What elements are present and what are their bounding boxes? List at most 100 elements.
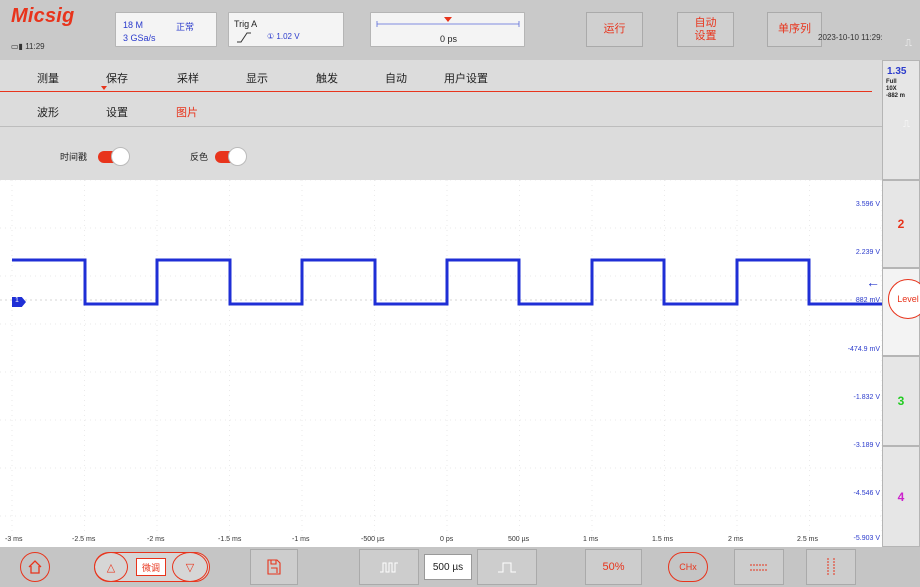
home-icon: [28, 560, 42, 574]
device-status: ▭▮ 11:29: [11, 42, 45, 51]
trigger-position-indicator: [376, 17, 520, 27]
increase-button[interactable]: △: [94, 552, 128, 582]
channel-3-button[interactable]: 3: [882, 356, 920, 446]
save-icon: [267, 559, 281, 575]
timebase-value-text: 500 µs: [432, 561, 464, 573]
time-label: -500 µs: [361, 536, 385, 543]
timebase-narrow-button[interactable]: [359, 549, 419, 585]
date-time: 2023-10-10 11:29:22: [818, 33, 892, 42]
volt-label: -4.546 V: [853, 490, 880, 497]
channel-2-button[interactable]: 2: [882, 180, 920, 268]
time-label: -3 ms: [5, 536, 23, 543]
pulse-icon: ⎍: [905, 38, 912, 49]
auto-set-button[interactable]: 自动 设置: [677, 12, 734, 47]
subtab-waveform[interactable]: 波形: [37, 104, 59, 120]
decrease-button[interactable]: ▽: [172, 552, 208, 582]
channel-4-button[interactable]: 4: [882, 446, 920, 547]
tab-display[interactable]: 显示: [246, 70, 268, 86]
auto-set-label-1: 自动: [694, 16, 717, 29]
single-sequence-button[interactable]: 单序列: [767, 12, 822, 47]
run-button[interactable]: 运行: [586, 12, 643, 47]
single-sequence-label: 单序列: [778, 23, 811, 35]
channel-1-trace: [12, 258, 882, 306]
pulse-icon: ⎍: [903, 119, 910, 130]
channel-1-info: Full 10X -882 m: [886, 79, 905, 100]
rising-edge-icon: [237, 32, 251, 43]
horizontal-cursor-button[interactable]: [734, 549, 784, 585]
timebase-value: 500 µs: [424, 554, 472, 580]
volt-label: 882 mV: [855, 297, 880, 304]
channel-1-probe: 10X: [886, 86, 897, 92]
graticule-grid: [0, 180, 882, 536]
level-knob[interactable]: Level: [888, 279, 920, 319]
volt-label: -1.832 V: [853, 394, 880, 401]
auto-set-label-2: 设置: [694, 29, 717, 42]
timebase-position-panel[interactable]: 0 ps: [370, 12, 525, 47]
device-icon: ▭▮: [11, 42, 26, 51]
wide-pulse-icon: [498, 562, 516, 573]
toggle-knob: [228, 147, 247, 166]
acquisition-panel[interactable]: 18 M 正常 3 GSa/s: [115, 12, 217, 47]
vertical-cursor-button[interactable]: [806, 549, 856, 585]
save-button[interactable]: [250, 549, 298, 585]
channel-3-label: 3: [897, 394, 905, 408]
channel-select-button[interactable]: CHx: [668, 552, 708, 582]
right-top-corner: [882, 0, 920, 60]
channel-select-label: CHx: [679, 562, 697, 572]
time-label: -1.5 ms: [218, 536, 242, 543]
device-time: 11:29: [25, 42, 45, 51]
subtab-image[interactable]: 图片: [176, 104, 198, 120]
trigger-50-percent-label: 50%: [602, 561, 625, 573]
waveform-display[interactable]: 1 ←: [0, 180, 882, 547]
fine-adjust-button[interactable]: 微调: [136, 558, 166, 576]
level-label: Level: [897, 294, 919, 304]
memory-depth: 18 M: [123, 20, 144, 30]
tab-auto[interactable]: 自动: [385, 70, 407, 86]
trigger-panel[interactable]: Trig A ① 1.02 V: [228, 12, 344, 47]
timebase-position: 0 ps: [439, 34, 457, 44]
tab-acquire[interactable]: 采样: [177, 70, 199, 86]
volt-label: 3.596 V: [855, 201, 880, 208]
channel-4-label: 4: [897, 489, 905, 504]
subtab-setup[interactable]: 设置: [106, 104, 128, 120]
waveform-canvas[interactable]: [0, 180, 882, 547]
timestamp-label: 时间戳: [60, 152, 88, 162]
trigger-label: Trig A: [234, 19, 258, 29]
home-button[interactable]: [20, 552, 50, 582]
submenu-divider: [0, 126, 882, 127]
menu-divider: [0, 91, 872, 92]
tab-user-settings[interactable]: 用户设置: [444, 70, 488, 86]
volt-label: -5.903 V: [853, 535, 880, 542]
invert-color-toggle[interactable]: [215, 147, 247, 166]
tab-save[interactable]: 保存: [106, 70, 128, 86]
vertical-cursors-icon: [827, 558, 835, 576]
tab-measure[interactable]: 测量: [37, 70, 59, 86]
channel-1-settings[interactable]: 1.35 Full 10X -882 m ⎍: [882, 60, 920, 180]
channel-1-offset: -882 m: [886, 93, 906, 99]
time-label: 1.5 ms: [652, 536, 674, 543]
timebase-wide-button[interactable]: [477, 549, 537, 585]
narrow-pulse-icon: [380, 562, 398, 573]
channel-1-value: 1.35: [887, 66, 907, 77]
volt-label: -3.189 V: [853, 442, 880, 449]
time-label: -1 ms: [292, 536, 310, 543]
trigger-level-arrow-icon[interactable]: ←: [866, 275, 880, 289]
toggle-knob: [111, 147, 130, 166]
timestamp-toggle[interactable]: [98, 147, 130, 166]
active-tab-indicator: [101, 86, 107, 90]
acq-state: 正常: [176, 22, 195, 32]
channel-2-label: 2: [897, 217, 905, 231]
trigger-50-percent-button[interactable]: 50%: [585, 549, 642, 585]
time-label: 500 µs: [508, 536, 530, 543]
time-label: 0 ps: [440, 536, 454, 543]
time-label: 2 ms: [728, 536, 744, 543]
time-label: 1 ms: [583, 536, 599, 543]
horizontal-cursors-icon: [750, 564, 768, 571]
sample-rate: 3 GSa/s: [123, 33, 156, 43]
fine-adjust-label: 微调: [141, 562, 160, 573]
tab-trigger[interactable]: 触发: [316, 70, 338, 86]
run-button-label: 运行: [603, 23, 626, 35]
triangle-down-icon: ▽: [185, 561, 195, 574]
time-label: 2.5 ms: [797, 536, 819, 543]
trigger-level: ① 1.02 V: [267, 32, 300, 41]
